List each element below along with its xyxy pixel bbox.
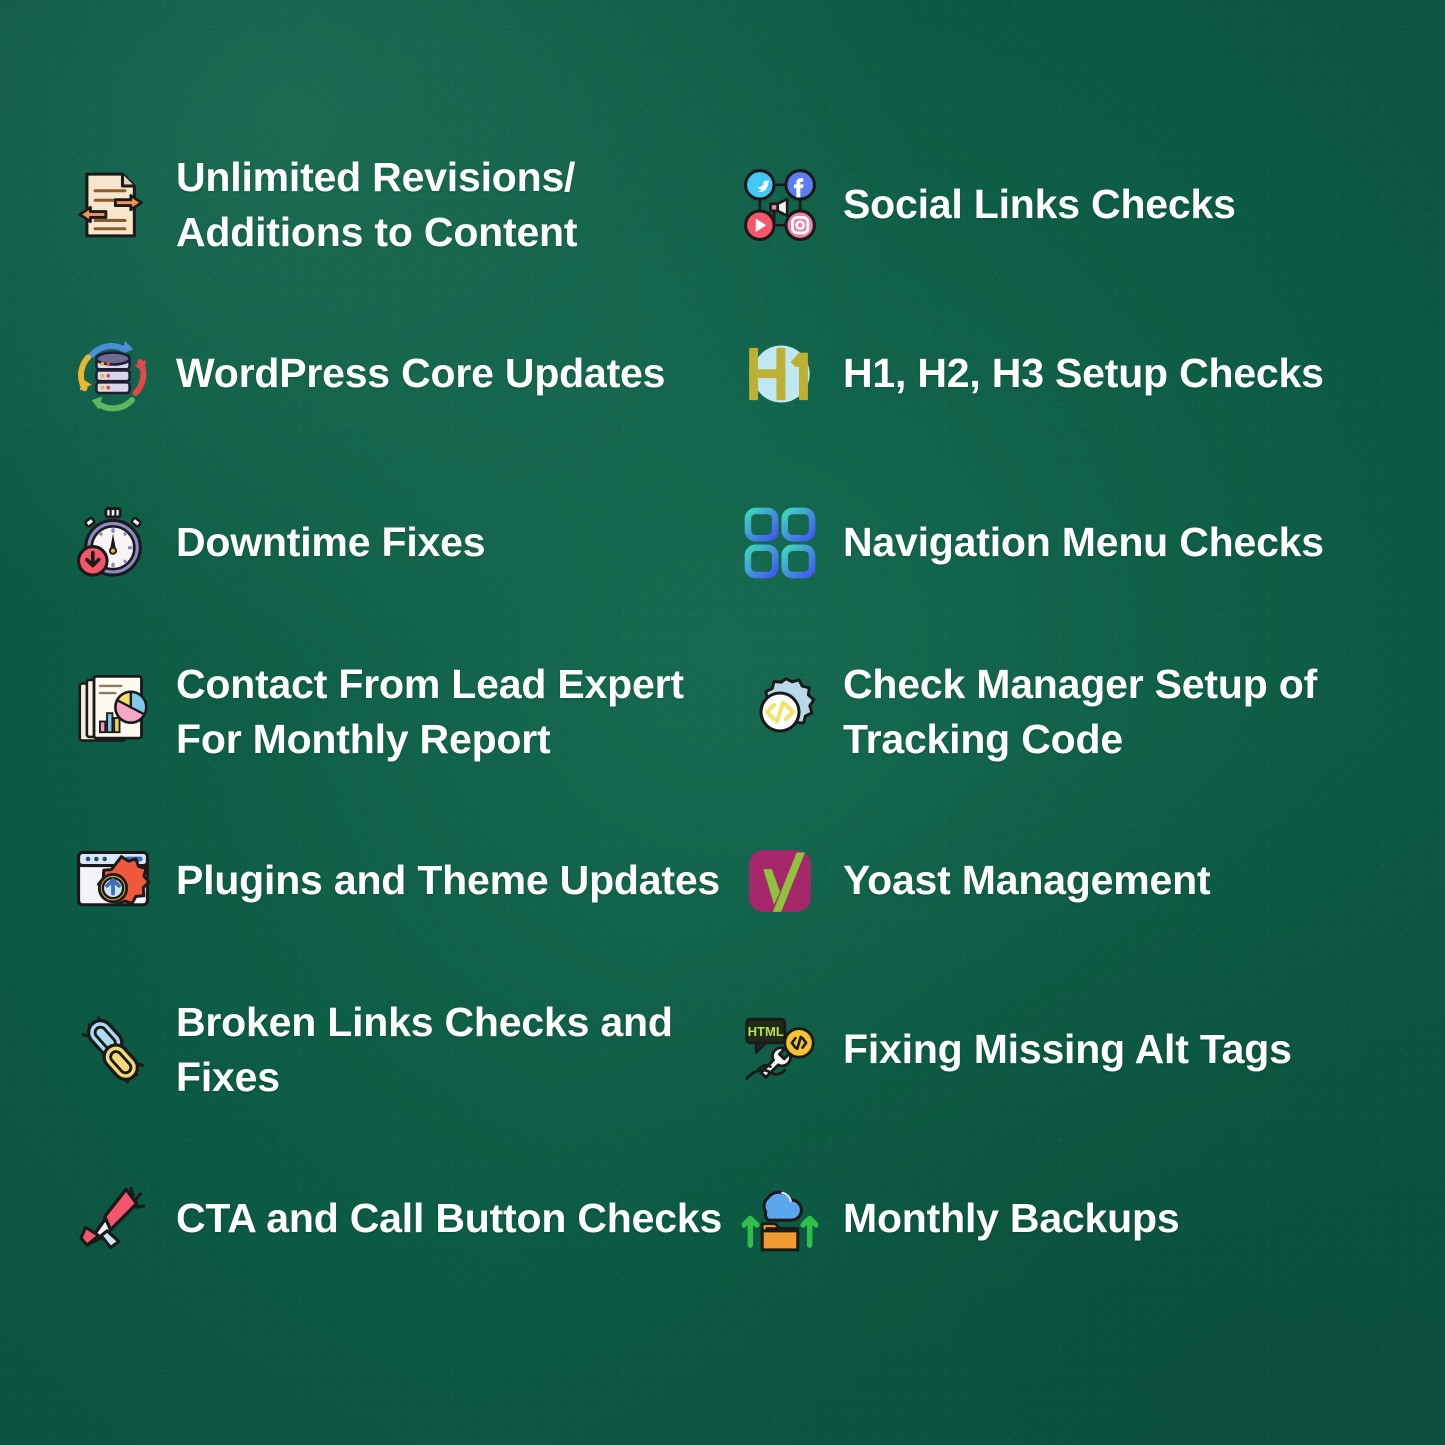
feature-label: Downtime Fixes (176, 519, 486, 566)
feature-label: Monthly Backups (843, 1195, 1180, 1242)
feature-label: Social Links Checks (843, 181, 1236, 228)
feature-label: WordPress Core Updates (176, 350, 666, 397)
feature-label: CTA and Call Button Checks (176, 1195, 723, 1242)
social-links-icon (739, 164, 821, 246)
svg-text:HTML: HTML (748, 1023, 784, 1038)
feature-item-wordpress-core-updates: WordPress Core Updates (0, 289, 725, 458)
feature-item-social-links-checks: Social Links Checks (725, 120, 1445, 289)
feature-item-tracking-code-setup: Check Manager Setup of Tracking Code (725, 627, 1445, 796)
html-wrench-icon: HTML (739, 1009, 821, 1091)
feature-item-cta-call-button: CTA and Call Button Checks (0, 1134, 725, 1303)
database-refresh-icon (72, 333, 154, 415)
document-revisions-icon (72, 164, 154, 246)
yoast-logo-icon (739, 840, 821, 922)
feature-item-unlimited-revisions: Unlimited Revisions/ Additions to Conten… (0, 120, 725, 289)
cloud-folder-backup-icon (739, 1178, 821, 1260)
stopwatch-downtime-icon (72, 502, 154, 584)
feature-label: Contact From Lead Expert For Monthly Rep… (176, 661, 684, 762)
feature-label: Yoast Management (843, 857, 1211, 904)
feature-label: H1, H2, H3 Setup Checks (843, 350, 1324, 397)
feature-label: Unlimited Revisions/ Additions to Conten… (176, 154, 578, 255)
gear-code-icon (739, 671, 821, 753)
feature-label: Navigation Menu Checks (843, 519, 1324, 566)
report-chart-icon (72, 671, 154, 753)
megaphone-icon (72, 1178, 154, 1260)
feature-item-navigation-menu-checks: Navigation Menu Checks (725, 458, 1445, 627)
poster-canvas: Unlimited Revisions/ Additions to Conten… (0, 0, 1445, 1445)
feature-label: Plugins and Theme Updates (176, 857, 721, 904)
menu-grid-icon (739, 502, 821, 584)
feature-item-fixing-alt-tags: HTML Fixing Missing Alt Tags (725, 965, 1445, 1134)
feature-label: Check Manager Setup of Tracking Code (843, 661, 1318, 762)
feature-label: Broken Links Checks and Fixes (176, 999, 673, 1100)
browser-gear-update-icon (72, 840, 154, 922)
broken-chain-link-icon (72, 1009, 154, 1091)
feature-item-plugins-theme-updates: Plugins and Theme Updates (0, 796, 725, 965)
feature-item-heading-setup-checks: H1, H2, H3 Setup Checks (725, 289, 1445, 458)
feature-item-monthly-backups: Monthly Backups (725, 1134, 1445, 1303)
feature-label: Fixing Missing Alt Tags (843, 1026, 1292, 1073)
features-grid: Unlimited Revisions/ Additions to Conten… (0, 0, 1445, 1445)
feature-item-yoast-management: Yoast Management (725, 796, 1445, 965)
feature-item-downtime-fixes: Downtime Fixes (0, 458, 725, 627)
feature-item-monthly-report: Contact From Lead Expert For Monthly Rep… (0, 627, 725, 796)
feature-item-broken-links: Broken Links Checks and Fixes (0, 965, 725, 1134)
heading-h1-icon (739, 333, 821, 415)
